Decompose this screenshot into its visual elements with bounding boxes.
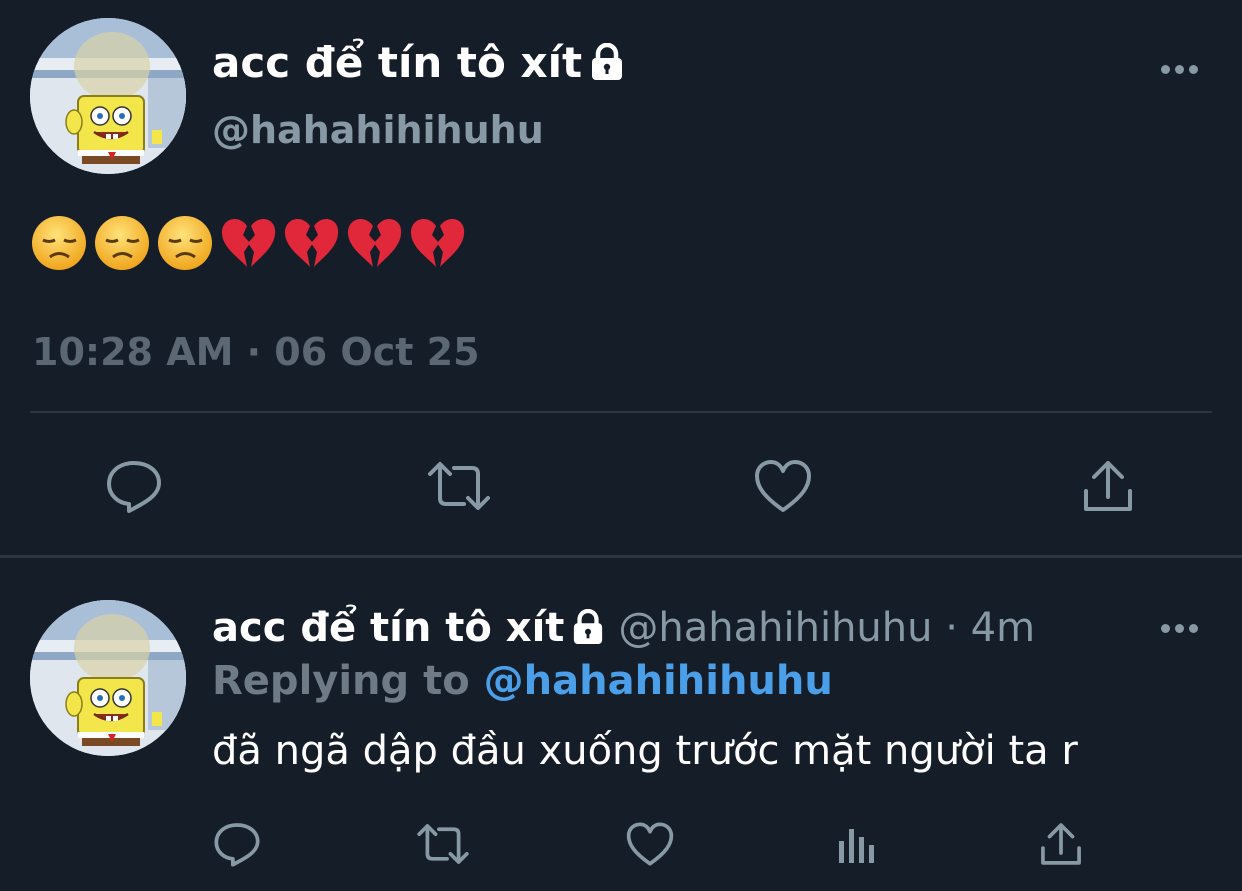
reply-icon bbox=[107, 461, 161, 513]
broken-heart-icon bbox=[221, 219, 276, 267]
reply-reply-button[interactable] bbox=[212, 818, 262, 870]
replying-prefix: Replying to bbox=[212, 658, 470, 704]
display-name-text: acc để tín tô xít bbox=[212, 38, 583, 87]
tweet-text bbox=[28, 212, 469, 272]
reply-analytics-button[interactable] bbox=[832, 818, 882, 870]
avatar-image bbox=[30, 18, 186, 174]
more-options-icon[interactable] bbox=[1158, 62, 1202, 76]
reply-like-button[interactable] bbox=[624, 818, 676, 870]
reply-text: đã ngã dập đầu xuống trước mặt người ta … bbox=[212, 728, 1078, 774]
disappointed-face-icon bbox=[95, 216, 149, 270]
share-button[interactable] bbox=[1078, 456, 1138, 516]
like-icon bbox=[755, 460, 811, 512]
reply-retweet-button[interactable] bbox=[414, 818, 472, 870]
like-button[interactable] bbox=[752, 456, 814, 516]
like-icon bbox=[626, 822, 674, 866]
analytics-icon bbox=[839, 829, 874, 863]
reply-avatar[interactable] bbox=[30, 600, 186, 756]
avatar[interactable] bbox=[30, 18, 186, 174]
broken-heart-icon bbox=[347, 219, 402, 267]
tweet-timestamp[interactable]: 10:28 AM · 06 Oct 25 bbox=[32, 330, 480, 374]
reply-button[interactable] bbox=[104, 456, 164, 516]
divider bbox=[30, 411, 1212, 413]
reply-share-button[interactable] bbox=[1036, 818, 1086, 870]
replying-mention-link[interactable]: @hahahihihuhu bbox=[484, 658, 833, 704]
share-icon bbox=[1041, 823, 1081, 865]
reply-handle-time[interactable]: @hahahihihuhu · 4m bbox=[618, 605, 1035, 651]
share-icon bbox=[1084, 461, 1132, 511]
reply-more-options-icon[interactable] bbox=[1158, 621, 1202, 635]
handle[interactable]: @hahahihihuhu bbox=[212, 108, 544, 152]
broken-heart-icon bbox=[284, 219, 339, 267]
retweet-icon bbox=[417, 824, 469, 864]
avatar-image bbox=[30, 600, 186, 756]
lock-icon bbox=[590, 42, 624, 91]
retweet-icon bbox=[428, 462, 490, 510]
disappointed-face-icon bbox=[32, 216, 86, 270]
disappointed-face-icon bbox=[158, 216, 212, 270]
tweet-separator bbox=[0, 555, 1242, 558]
lock-icon bbox=[572, 608, 604, 655]
reply-header[interactable]: acc để tín tô xít @hahahihihuhu · 4m bbox=[212, 605, 1035, 655]
replying-to: Replying to @hahahihihuhu bbox=[212, 658, 833, 704]
retweet-button[interactable] bbox=[426, 456, 492, 516]
reply-display-name[interactable]: acc để tín tô xít bbox=[212, 605, 564, 651]
reply-icon bbox=[214, 823, 260, 867]
display-name[interactable]: acc để tín tô xít bbox=[212, 38, 624, 91]
broken-heart-icon bbox=[410, 219, 465, 267]
